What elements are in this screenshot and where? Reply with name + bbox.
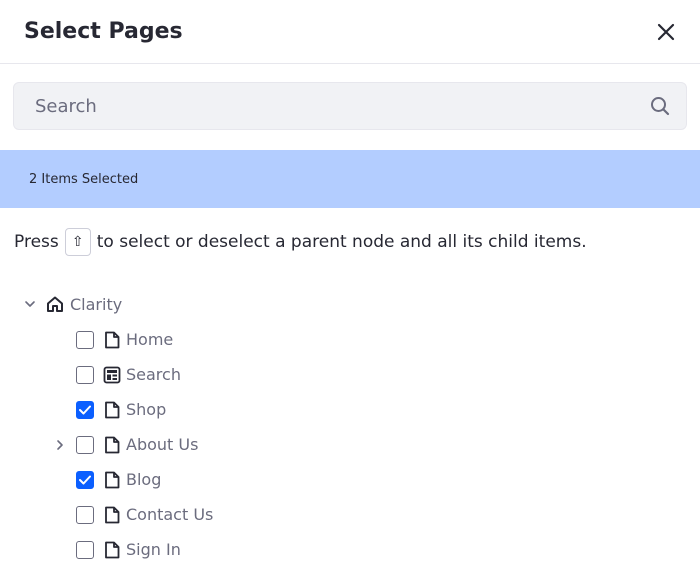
tree-item[interactable]: Blog [52,462,161,497]
search-box [13,82,687,130]
toggle-placeholder [52,507,68,523]
check-icon [79,475,91,484]
page-icon [103,470,121,490]
check-icon [79,405,91,414]
close-button[interactable] [652,18,680,46]
toggle-placeholder [52,542,68,558]
item-checkbox-checked[interactable] [76,400,94,419]
search-input[interactable] [33,94,646,118]
page-icon [103,505,121,525]
keyboard-hint: Press ⇧ to select or deselect a parent n… [0,208,700,256]
tree-item[interactable]: Contact Us [52,497,213,532]
item-checkbox[interactable] [76,365,94,384]
toggle-placeholder [52,367,68,383]
toggle-placeholder [52,472,68,488]
tree-item-label: Search [126,365,181,384]
selection-count: 2 Items Selected [29,171,139,187]
tree-item[interactable]: Shop [52,392,166,427]
collapse-toggle[interactable] [22,296,38,312]
tree-item-label: About Us [126,435,199,454]
toggle-placeholder [52,332,68,348]
search-icon [651,97,670,116]
tree-item-label: Home [126,330,174,349]
tree-item-label: Shop [126,400,167,419]
tree-item-label: Sign In [126,540,181,559]
page-icon [103,435,121,455]
tree-root-node[interactable]: Clarity [22,287,122,321]
toggle-placeholder [52,402,68,418]
tree-item[interactable]: Home [52,322,173,357]
item-checkbox[interactable] [76,330,94,349]
tree-item[interactable]: Sign In [52,532,181,567]
page-icon [103,400,121,420]
search-button[interactable] [646,92,674,120]
item-checkbox[interactable] [76,435,94,454]
item-checkbox[interactable] [76,505,94,524]
item-checkbox-checked[interactable] [76,470,94,489]
tree-item[interactable]: Search [52,357,181,392]
page-icon [103,540,121,560]
tree-item-label: Contact Us [126,505,214,524]
hint-text-after: to select or deselect a parent node and … [96,232,587,252]
tree-item-label: Blog [126,470,162,489]
widget-page-icon [103,365,121,385]
item-checkbox[interactable] [76,540,94,559]
tree-root-label: Clarity [70,294,123,314]
page-icon [103,330,121,350]
chevron-right-icon [57,439,63,450]
selection-status-bar: 2 Items Selected [0,150,700,208]
dialog-header: Select Pages [0,0,700,64]
chevron-down-icon [25,301,35,307]
home-icon [46,295,64,313]
tree-item[interactable]: About Us [52,427,198,462]
expand-toggle[interactable] [52,437,68,453]
search-section [0,64,700,150]
dialog-title: Select Pages [24,19,183,44]
close-icon [657,23,675,40]
hint-text-before: Press [14,232,59,252]
shift-key-icon: ⇧ [64,228,91,256]
